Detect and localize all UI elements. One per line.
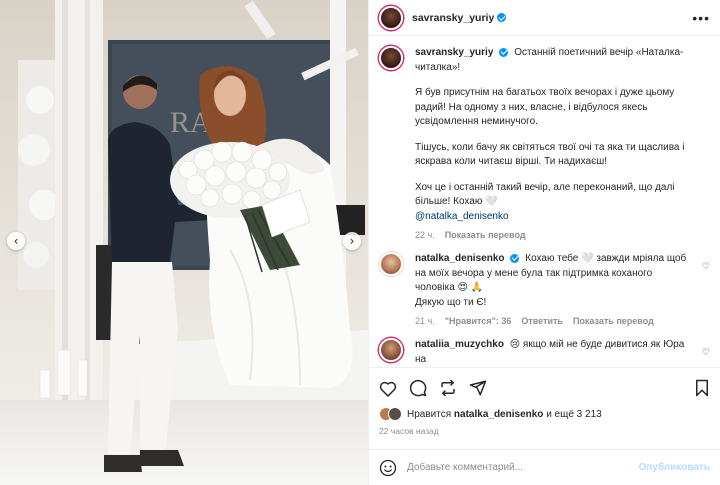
more-options-icon[interactable]: ••• <box>692 10 710 26</box>
caption-mention-link[interactable]: @natalka_denisenko <box>415 210 692 225</box>
liker-avatar <box>388 407 402 421</box>
caption-paragraph-3: Тішусь, коли бачу як світяться твої очі … <box>415 141 685 168</box>
add-comment-bar: Опубликовать <box>369 449 720 485</box>
verified-badge-icon <box>499 47 509 57</box>
comment-bubble-icon[interactable] <box>409 379 427 397</box>
verified-badge-icon <box>497 13 507 22</box>
share-send-icon[interactable] <box>469 379 487 397</box>
caption-paragraph-2: Я був присутнім на багатьох твоїх вечора… <box>415 87 675 127</box>
commenter-username[interactable]: nataliia_muzychko <box>415 339 504 350</box>
verified-badge-icon <box>510 253 520 263</box>
emoji-smile-icon[interactable] <box>379 459 397 477</box>
likes-suffix[interactable]: и ещё 3 213 <box>546 409 602 420</box>
likes-user[interactable]: natalka_denisenko <box>454 409 543 420</box>
comment-input[interactable] <box>407 462 639 473</box>
comment-text-line-2: Дякую що ти Є! <box>415 296 487 308</box>
comment-time: 21 ч. <box>415 316 435 326</box>
caption-username[interactable]: savransky_yuriy <box>415 47 493 58</box>
caption-avatar[interactable] <box>379 46 403 70</box>
caption-meta: 22 ч. Показать перевод <box>415 230 692 240</box>
commenter-username[interactable]: natalka_denisenko <box>415 253 504 264</box>
commenter-avatar[interactable] <box>379 338 403 362</box>
comment-meta: 21 ч. "Нравится": 36 Ответить Показать п… <box>415 316 692 326</box>
author-username[interactable]: savransky_yuriy <box>412 12 494 24</box>
repost-icon[interactable] <box>439 379 457 397</box>
post-actions: Нравится natalka_denisenko и ещё 3 213 2… <box>369 367 720 449</box>
wedding-photo-illustration: RA <box>0 0 368 485</box>
commenter-avatar[interactable] <box>379 252 403 276</box>
comment-like-heart-icon[interactable]: ♡ <box>702 262 710 272</box>
comment-item: nataliia_muzychko 😢 якщо мій не буде див… <box>379 338 710 367</box>
bookmark-save-icon[interactable] <box>694 379 710 397</box>
comment-reply-button[interactable]: Ответить <box>521 316 563 326</box>
likes-prefix: Нравится <box>407 408 452 420</box>
post-photo[interactable]: RA ‹ › <box>0 0 368 485</box>
chevron-left-icon: ‹ <box>13 234 19 248</box>
comment-item: natalka_denisenko Кохаю тебе 🤍 завжди мр… <box>379 252 710 326</box>
caption-translate-button[interactable]: Показать перевод <box>445 230 526 240</box>
caption-paragraph-4: Хоч це і останній такий вечір, але перек… <box>415 181 675 208</box>
post-header: savransky_yuriy ••• <box>369 0 720 36</box>
likes-summary[interactable]: Нравится natalka_denisenko и ещё 3 213 <box>379 407 710 421</box>
author-avatar[interactable] <box>379 5 403 30</box>
comment-likes-count[interactable]: "Нравится": 36 <box>445 316 512 326</box>
publish-button[interactable]: Опубликовать <box>639 462 710 473</box>
caption-time: 22 ч. <box>415 230 435 240</box>
carousel-prev-button[interactable]: ‹ <box>7 232 25 250</box>
comments-list: savransky_yuriy Останній поетичний вечір… <box>369 36 720 367</box>
comment-like-heart-icon[interactable]: ♡ <box>702 348 710 358</box>
post-side-panel: savransky_yuriy ••• savransky_yuriy Оста… <box>368 0 720 485</box>
caption: savransky_yuriy Останній поетичний вечір… <box>379 46 710 240</box>
like-heart-icon[interactable] <box>379 380 397 397</box>
carousel-next-button[interactable]: › <box>343 232 361 250</box>
comment-translate-button[interactable]: Показать перевод <box>573 316 654 326</box>
instagram-post-view: RA ‹ › savransky_yuriy ••• savransky_yur… <box>0 0 720 485</box>
chevron-right-icon: › <box>349 234 355 248</box>
post-timestamp: 22 часов назад <box>379 426 439 436</box>
